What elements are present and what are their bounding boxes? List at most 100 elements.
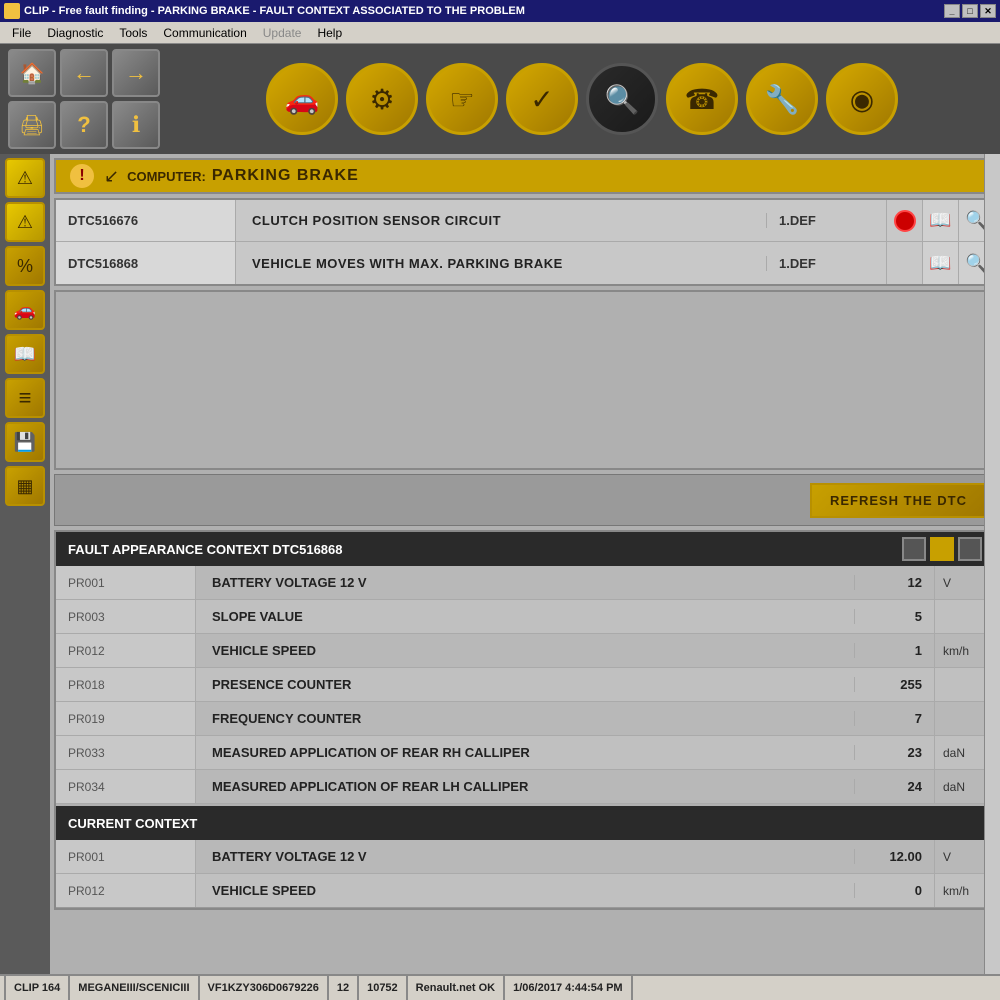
- ctx-val-3: 255: [854, 677, 934, 692]
- ctx-desc-2: VEHICLE SPEED: [196, 643, 854, 658]
- ctx-desc-1: SLOPE VALUE: [196, 609, 854, 624]
- menu-help[interactable]: Help: [309, 24, 350, 42]
- ctx-val-2: 1: [854, 643, 934, 658]
- cur-ctx-row-0: PR001 BATTERY VOLTAGE 12 V 12.00 V: [56, 840, 994, 874]
- menu-file[interactable]: File: [4, 24, 39, 42]
- computer-label: COMPUTER:: [127, 169, 206, 184]
- warning2-button[interactable]: ⚠: [5, 202, 45, 242]
- touch-button[interactable]: ☞: [426, 63, 498, 135]
- ctx-row-3: PR018 PRESENCE COUNTER 255: [56, 668, 994, 702]
- menu-diagnostic[interactable]: Diagnostic: [39, 24, 111, 42]
- book-side-button[interactable]: 📖: [5, 334, 45, 374]
- side-toolbar: ⚠ ⚠ % 🚗 📖 ≡ 💾 ▦: [0, 154, 50, 974]
- current-context-title: CURRENT CONTEXT: [68, 816, 197, 831]
- dtc-table: DTC516676 CLUTCH POSITION SENSOR CIRCUIT…: [54, 198, 996, 286]
- toolbar-row-top: 🏠 ← →: [8, 49, 160, 97]
- ctx-val-4: 7: [854, 711, 934, 726]
- cur-ctx-pr-0: PR001: [56, 840, 196, 873]
- dtc-empty-indicator-2: [886, 242, 922, 284]
- help-button[interactable]: ?: [60, 101, 108, 149]
- minimize-button[interactable]: _: [944, 4, 960, 18]
- dtc-book-btn-2[interactable]: 📖: [922, 242, 958, 284]
- dtc-indicator-1: [886, 200, 922, 241]
- menu-tools[interactable]: Tools: [111, 24, 155, 42]
- info-button[interactable]: ℹ: [112, 101, 160, 149]
- main-content: ! ↙ COMPUTER: PARKING BRAKE DTC516676 CL…: [50, 154, 1000, 974]
- ctx-pr-3: PR018: [56, 668, 196, 701]
- dtc-status-2: 1.DEF: [766, 256, 886, 271]
- computer-name: PARKING BRAKE: [212, 167, 359, 185]
- computer-arrow: ↙: [104, 166, 119, 187]
- forward-button[interactable]: →: [112, 49, 160, 97]
- ctx-square-btn-1[interactable]: [902, 537, 926, 561]
- cur-ctx-row-1: PR012 VEHICLE SPEED 0 km/h: [56, 874, 994, 908]
- status-vin: VF1KZY306D0679226: [200, 976, 329, 1000]
- ctx-row-2: PR012 VEHICLE SPEED 1 km/h: [56, 634, 994, 668]
- status-network: Renault.net OK: [408, 976, 505, 1000]
- maximize-button[interactable]: □: [962, 4, 978, 18]
- red-circle-icon: [894, 210, 916, 232]
- percent-button[interactable]: %: [5, 246, 45, 286]
- refresh-dtc-button[interactable]: REFRESH THE DTC: [810, 483, 987, 518]
- dtc-desc-2: VEHICLE MOVES WITH MAX. PARKING BRAKE: [236, 256, 766, 271]
- ctx-pr-0: PR001: [56, 566, 196, 599]
- toolbar-left: 🏠 ← → 🖨 ? ℹ: [8, 49, 160, 149]
- back-button[interactable]: ←: [60, 49, 108, 97]
- list-button[interactable]: ≡: [5, 378, 45, 418]
- status-num: 10752: [359, 976, 408, 1000]
- title-bar-icon: [4, 3, 20, 19]
- title-bar-controls: _ □ ✕: [944, 4, 996, 18]
- close-button[interactable]: ✕: [980, 4, 996, 18]
- fault-context-section: FAULT APPEARANCE CONTEXT DTC516868 PR001…: [54, 530, 996, 910]
- status-bar: CLIP 164 MEGANEIII/SCENICIII VF1KZY306D0…: [0, 974, 1000, 1000]
- ctx-val-0: 12: [854, 575, 934, 590]
- transmission-button[interactable]: ⚙: [346, 63, 418, 135]
- ctx-row-4: PR019 FREQUENCY COUNTER 7: [56, 702, 994, 736]
- dtc-row-1: DTC516676 CLUTCH POSITION SENSOR CIRCUIT…: [56, 200, 994, 242]
- print-button[interactable]: 🖨: [8, 101, 56, 149]
- toolbar: 🏠 ← → 🖨 ? ℹ 🚗 ⚙ ☞ ✓ 🔍 ☎ 🔧 ◉: [0, 44, 1000, 154]
- ctx-row-0: PR001 BATTERY VOLTAGE 12 V 12 V: [56, 566, 994, 600]
- ctx-row-6: PR034 MEASURED APPLICATION OF REAR LH CA…: [56, 770, 994, 804]
- car-side-button[interactable]: 🚗: [5, 290, 45, 330]
- save-button[interactable]: 💾: [5, 422, 45, 462]
- cur-ctx-pr-1: PR012: [56, 874, 196, 907]
- ctx-row-1: PR003 SLOPE VALUE 5: [56, 600, 994, 634]
- menu-update[interactable]: Update: [255, 24, 310, 42]
- barcode-button[interactable]: ▦: [5, 466, 45, 506]
- dtc-desc-1: CLUTCH POSITION SENSOR CIRCUIT: [236, 213, 766, 228]
- toolbar-row-bottom: 🖨 ? ℹ: [8, 101, 160, 149]
- home-button[interactable]: 🏠: [8, 49, 56, 97]
- dtc-row-2: DTC516868 VEHICLE MOVES WITH MAX. PARKIN…: [56, 242, 994, 284]
- warning-icon: !: [68, 162, 96, 190]
- badge-button[interactable]: ◉: [826, 63, 898, 135]
- status-vehicle: MEGANEIII/SCENICIII: [70, 976, 199, 1000]
- empty-area: [54, 290, 996, 470]
- cur-ctx-val-1: 0: [854, 883, 934, 898]
- cur-ctx-desc-0: BATTERY VOLTAGE 12 V: [196, 849, 854, 864]
- search-button[interactable]: 🔍: [586, 63, 658, 135]
- phone-button[interactable]: ☎: [666, 63, 738, 135]
- status-datetime: 1/06/2017 4:44:54 PM: [505, 976, 632, 1000]
- fault-context-title: FAULT APPEARANCE CONTEXT DTC516868: [68, 542, 898, 557]
- vehicle-button[interactable]: 🚗: [266, 63, 338, 135]
- wrench-button[interactable]: 🔧: [746, 63, 818, 135]
- ctx-val-1: 5: [854, 609, 934, 624]
- ctx-desc-6: MEASURED APPLICATION OF REAR LH CALLIPER: [196, 779, 854, 794]
- fault-context-header: FAULT APPEARANCE CONTEXT DTC516868: [56, 532, 994, 566]
- status-clip: CLIP 164: [4, 976, 70, 1000]
- scrollbar[interactable]: [984, 154, 1000, 974]
- ctx-square-btn-2[interactable]: [930, 537, 954, 561]
- dtc-code-2: DTC516868: [56, 242, 236, 284]
- checklist-button[interactable]: ✓: [506, 63, 578, 135]
- title-bar-text: CLIP - Free fault finding - PARKING BRAK…: [24, 5, 525, 17]
- ctx-square-btn-3[interactable]: [958, 537, 982, 561]
- dtc-book-btn-1[interactable]: 📖: [922, 200, 958, 241]
- menu-communication[interactable]: Communication: [155, 24, 254, 42]
- status-code: 12: [329, 976, 359, 1000]
- ctx-pr-2: PR012: [56, 634, 196, 667]
- warning1-button[interactable]: ⚠: [5, 158, 45, 198]
- ctx-desc-4: FREQUENCY COUNTER: [196, 711, 854, 726]
- ctx-val-6: 24: [854, 779, 934, 794]
- dtc-status-1: 1.DEF: [766, 213, 886, 228]
